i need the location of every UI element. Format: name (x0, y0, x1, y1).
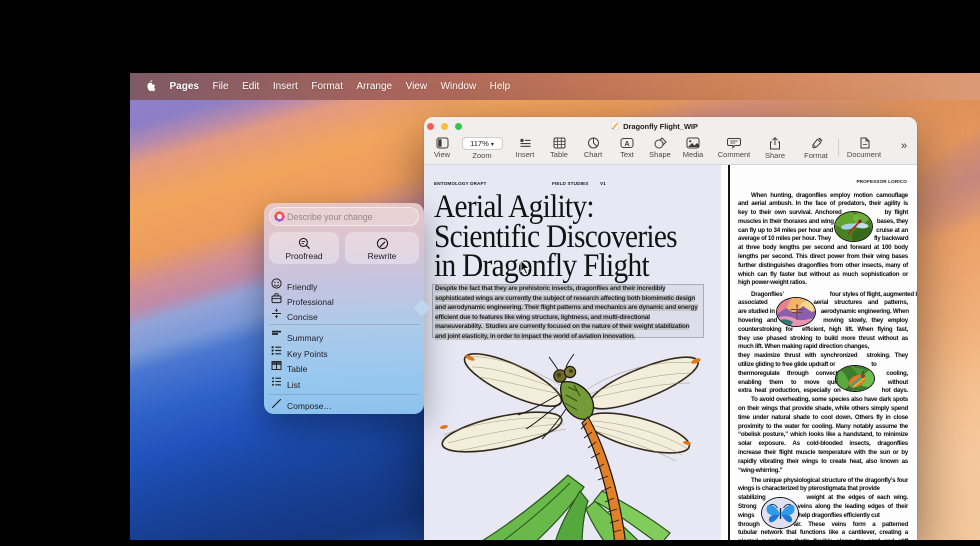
svg-text:A: A (624, 141, 629, 148)
